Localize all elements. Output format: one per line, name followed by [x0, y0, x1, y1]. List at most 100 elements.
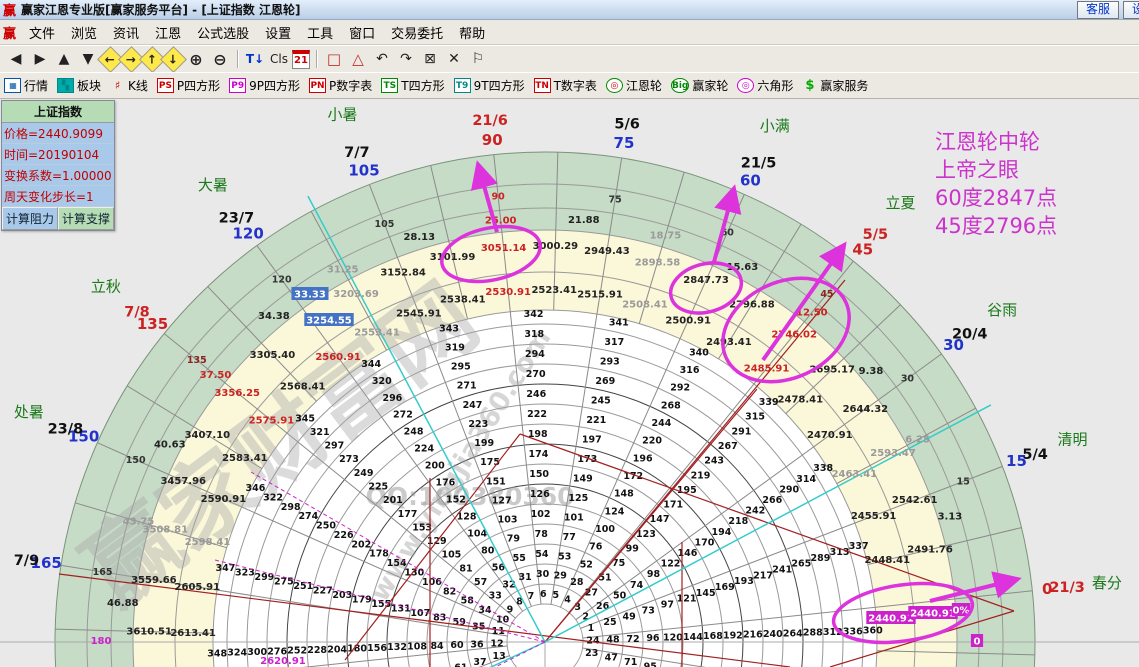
flag-tool-button[interactable]: ⚐ — [467, 49, 489, 69]
chart-mode-9P四方形[interactable]: P9 9P四方形 — [229, 77, 300, 94]
degree-ring-value: 120 — [272, 275, 292, 286]
menu-item-江恩[interactable]: 江恩 — [147, 21, 189, 44]
square-tool-button[interactable]: □ — [323, 49, 345, 69]
up-button[interactable]: ▲ — [53, 49, 75, 69]
chart-mode-label: 板块 — [77, 79, 102, 93]
menu-item-公式选股[interactable]: 公式选股 — [189, 21, 257, 44]
spiral-number: 347 — [215, 563, 235, 574]
highlight-value: 180 — [91, 636, 112, 647]
spiral-number: 272 — [393, 410, 413, 421]
spiral-number: 125 — [568, 493, 588, 504]
sort-button[interactable]: T↓ — [244, 49, 266, 69]
price-inner-value: 2523.41 — [531, 285, 577, 296]
menu-item-文件[interactable]: 文件 — [21, 21, 63, 44]
spiral-number: 12 — [490, 639, 503, 650]
spiral-number: 145 — [696, 588, 716, 599]
spiral-number: 81 — [459, 563, 472, 574]
title-bar: 赢 赢家江恩专业版[赢家服务平台] - [上证指数 江恩轮] 客服 设置 — [0, 0, 1139, 20]
spiral-number: 271 — [457, 381, 477, 392]
zoom-out-button[interactable]: ⊖ — [209, 49, 231, 69]
spiral-number: 174 — [529, 449, 549, 460]
赢家服务-icon: $ — [805, 78, 815, 93]
menu-item-工具[interactable]: 工具 — [299, 21, 341, 44]
chart-mode-江恩轮[interactable]: ◎ 江恩轮 — [605, 77, 662, 94]
back-button[interactable]: ◀ — [5, 49, 27, 69]
menu-item-窗口[interactable]: 窗口 — [341, 21, 383, 44]
chart-mode-label: P四方形 — [176, 79, 221, 93]
spiral-number: 100 — [595, 524, 615, 535]
chart-mode-9T四方形[interactable]: T9 9T四方形 — [453, 77, 525, 94]
price-outer-value: 2593.47 — [870, 448, 916, 459]
rotate-cw-button[interactable]: ↷ — [395, 49, 417, 69]
spiral-number: 227 — [313, 586, 333, 597]
spiral-number: 130 — [404, 568, 424, 579]
spiral-number: 71 — [624, 657, 637, 667]
chart-mode-赢家服务[interactable]: $ 赢家服务 — [802, 77, 868, 94]
price-inner-value: 2605.91 — [175, 582, 221, 593]
spiral-number: 128 — [457, 511, 477, 522]
customer-service-button[interactable]: 客服 — [1076, 0, 1119, 19]
solar-date-label: 7/7 — [344, 145, 369, 161]
chart-mode-K线[interactable]: ♯ K线 — [110, 77, 148, 94]
degree-ring-value: 30 — [901, 374, 915, 385]
spiral-number: 31 — [519, 572, 532, 583]
chart-mode-六角形[interactable]: ◎ 六角形 — [737, 77, 793, 94]
chart-mode-label: 9P四方形 — [249, 79, 301, 93]
chart-mode-P数字表[interactable]: PN P数字表 — [309, 77, 372, 94]
chart-mode-label: T四方形 — [401, 79, 445, 93]
spiral-number: 151 — [486, 476, 506, 487]
menu-logo-icon: 赢 — [3, 26, 17, 42]
menu-item-浏览[interactable]: 浏览 — [63, 21, 105, 44]
cross-tool-button[interactable]: ✕ — [443, 49, 465, 69]
price-outer-value: 2644.32 — [843, 404, 889, 415]
K线-icon: ♯ — [114, 79, 121, 92]
chart-mode-P四方形[interactable]: PS P四方形 — [156, 77, 221, 94]
spiral-number: 79 — [507, 534, 520, 545]
chart-mode-板块[interactable]: ▚ 板块 — [57, 77, 101, 94]
spiral-number: 108 — [407, 641, 427, 652]
grid-tool-button[interactable]: ⊠ — [419, 49, 441, 69]
main-toolbar: ◀ ▶ ▲ ▼ ← → ↑ ↓ ⊕ ⊖ T↓ Cls 21 □ △ ↶ ↷ ⊠ ✕ ⚐ — [0, 45, 1139, 73]
menu-item-帮助[interactable]: 帮助 — [451, 21, 493, 44]
spiral-number: 120 — [663, 633, 683, 644]
calc-resistance-button[interactable]: 计算阻力 — [2, 207, 58, 230]
spiral-number: 242 — [745, 506, 765, 517]
spiral-number: 60 — [450, 640, 464, 651]
spiral-number: 266 — [762, 495, 782, 506]
chart-mode-label: 赢家轮 — [692, 79, 729, 93]
menu-item-资讯[interactable]: 资讯 — [105, 21, 147, 44]
percent-value: 18.75 — [650, 230, 682, 241]
chart-mode-行情[interactable]: ▦ 行情 — [4, 77, 48, 94]
calendar-button[interactable]: 21 — [292, 49, 310, 69]
spiral-number: 315 — [745, 412, 765, 423]
price-inner-value: 2568.41 — [280, 382, 326, 393]
partial-edge-button[interactable]: 设置 — [1122, 0, 1139, 19]
chart-mode-T数字表[interactable]: TN T数字表 — [533, 77, 597, 94]
chart-mode-label: K线 — [128, 79, 148, 93]
P数字表-icon: PN — [309, 78, 327, 93]
close-all-button[interactable]: Cls — [268, 49, 290, 69]
forward-button[interactable]: ▶ — [29, 49, 51, 69]
spiral-number: 127 — [492, 495, 512, 506]
chart-mode-赢家轮[interactable]: Big 赢家轮 — [670, 77, 729, 94]
outer-degree-label: 75 — [614, 134, 635, 152]
move-down-button[interactable]: ↓ — [160, 45, 187, 73]
calc-support-button[interactable]: 计算支撑 — [58, 207, 114, 230]
spiral-number: 317 — [604, 337, 624, 348]
spiral-number: 289 — [810, 553, 830, 564]
spiral-number: 246 — [526, 389, 546, 400]
triangle-tool-button[interactable]: △ — [347, 49, 369, 69]
zoom-in-button[interactable]: ⊕ — [185, 49, 207, 69]
spiral-number: 168 — [703, 631, 723, 642]
chart-mode-label: 六角形 — [757, 79, 794, 93]
rotate-ccw-button[interactable]: ↶ — [371, 49, 393, 69]
menu-item-交易委托[interactable]: 交易委托 — [383, 21, 451, 44]
chart-mode-T四方形[interactable]: TS T四方形 — [381, 77, 445, 94]
spiral-number: 132 — [387, 642, 407, 653]
spiral-number: 169 — [715, 582, 735, 593]
percent-value: 28.13 — [403, 232, 435, 243]
menu-item-设置[interactable]: 设置 — [257, 21, 299, 44]
spiral-number: 61 — [454, 663, 467, 667]
highlight-value: 2440.91 — [868, 614, 914, 625]
solar-date-label: 5/6 — [614, 116, 639, 132]
